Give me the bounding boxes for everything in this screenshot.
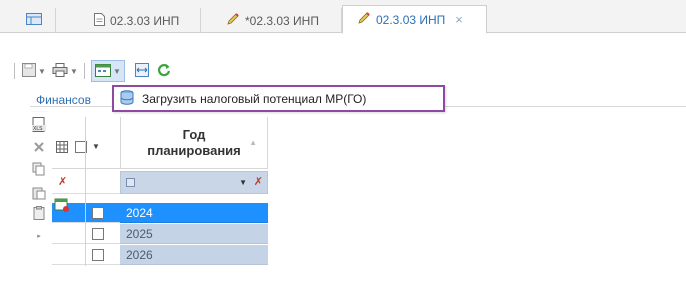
print-icon: [52, 62, 68, 80]
section-label[interactable]: Финансов: [36, 93, 91, 107]
row-selector[interactable]: [52, 224, 120, 244]
fit-columns-button[interactable]: [135, 60, 149, 82]
table-grid-icon[interactable]: [56, 141, 68, 156]
row-selector[interactable]: [52, 245, 120, 265]
delete-button[interactable]: [31, 140, 47, 156]
save-button[interactable]: ▼: [22, 60, 46, 82]
cell-year: 2024: [126, 205, 153, 220]
filter-row-selector: ✗: [52, 171, 120, 194]
table-row[interactable]: 2025: [120, 224, 268, 244]
row-checkbox[interactable]: [92, 207, 104, 219]
filter-cell[interactable]: ▼ ✗: [120, 171, 268, 194]
tab-document-2[interactable]: *02.3.03 ИНП: [214, 8, 342, 33]
tab-label: 02.3.03 ИНП: [376, 12, 446, 27]
paste-button[interactable]: [31, 186, 47, 202]
tab-home[interactable]: [12, 8, 56, 33]
copy-button[interactable]: [31, 162, 47, 178]
tab-label: 02.3.03 ИНП: [110, 13, 180, 28]
chevron-down-icon[interactable]: ▼: [239, 178, 247, 187]
cell-year: 2026: [126, 247, 153, 262]
load-data-button[interactable]: ▼: [91, 60, 125, 82]
refresh-icon: [157, 63, 171, 80]
svg-text:XLS: XLS: [33, 126, 43, 132]
calendar-load-icon: [95, 63, 111, 80]
cell-year: 2025: [126, 226, 153, 241]
xls-icon: XLS: [32, 116, 46, 136]
tab-document-1[interactable]: 02.3.03 ИНП: [84, 8, 201, 33]
chevron-down-icon: ▼: [38, 66, 46, 76]
pencil-icon: [226, 12, 240, 29]
toolbar-divider: [14, 63, 15, 79]
pencil-icon: [357, 11, 371, 28]
clipboard-icon: [33, 205, 45, 223]
clear-filter-icon[interactable]: ✗: [254, 175, 263, 188]
database-icon: [120, 89, 134, 108]
row-checkbox[interactable]: [92, 228, 104, 240]
document-icon: [94, 12, 105, 29]
tab-document-3-active[interactable]: 02.3.03 ИНП ×: [342, 5, 487, 34]
save-icon: [22, 62, 36, 80]
chevron-down-icon: ▼: [113, 66, 121, 76]
clear-filter-icon[interactable]: ✗: [58, 175, 67, 188]
filter-operator-icon[interactable]: [126, 178, 135, 187]
delete-icon: [33, 141, 45, 156]
table-row[interactable]: 2024: [120, 203, 268, 223]
chevron-right-icon: ▸: [37, 233, 41, 240]
paste-icon: [32, 186, 46, 203]
calendar-status-icon: [54, 197, 70, 216]
fit-columns-icon: [135, 62, 149, 80]
export-xls-button[interactable]: XLS: [31, 116, 47, 136]
row-checkbox[interactable]: [92, 249, 104, 261]
dropdown-menu: Загрузить налоговый потенциал МР(ГО): [112, 85, 445, 112]
column-divider: [85, 117, 86, 266]
copy-icon: [32, 162, 46, 179]
menu-item-load-tax-potential[interactable]: Загрузить налоговый потенциал МР(ГО): [142, 92, 366, 106]
grid-header-corner: ▼: [52, 117, 120, 169]
grid-view-icon: [25, 13, 42, 28]
chevron-down-icon[interactable]: ▼: [92, 142, 100, 151]
expand-arrow[interactable]: ▸: [31, 228, 47, 244]
toolbar: ▼ ▼ ▼: [0, 60, 686, 84]
close-icon[interactable]: ×: [455, 12, 463, 27]
refresh-button[interactable]: [157, 60, 171, 82]
document-paste-button[interactable]: [31, 205, 47, 223]
table-row[interactable]: 2026: [120, 245, 268, 265]
column-header-year[interactable]: Год планирования ▲: [120, 117, 268, 169]
tab-bar: 02.3.03 ИНП *02.3.03 ИНП 02.3.03 ИНП ×: [0, 0, 686, 34]
tab-label: *02.3.03 ИНП: [245, 13, 319, 28]
sort-arrow-icon[interactable]: ▲: [249, 135, 257, 151]
column-header-label: Год планирования: [147, 126, 241, 158]
print-button[interactable]: ▼: [52, 60, 78, 82]
toolbar-divider: [84, 63, 85, 79]
splitter-grip[interactable]: ·····: [33, 109, 48, 115]
row-selector[interactable]: [52, 198, 120, 223]
chevron-down-icon: ▼: [70, 66, 78, 76]
